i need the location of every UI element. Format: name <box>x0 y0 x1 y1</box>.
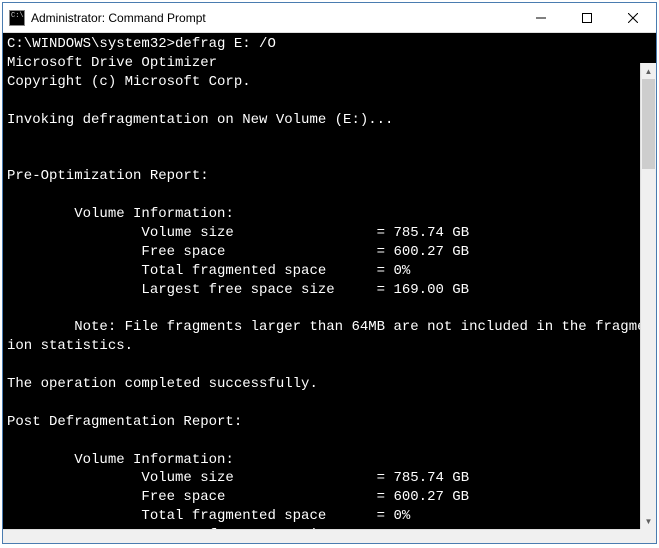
pre-report-header: Pre-Optimization Report: <box>7 168 209 184</box>
app-name: Microsoft Drive Optimizer <box>7 55 217 71</box>
titlebar[interactable]: Administrator: Command Prompt <box>3 3 656 33</box>
scroll-down-icon[interactable]: ▼ <box>641 513 656 529</box>
minimize-icon <box>536 13 546 23</box>
pre-free-space-label: Free space <box>141 244 225 260</box>
close-button[interactable] <box>610 3 656 32</box>
pre-volume-size-label: Volume size <box>141 225 233 241</box>
pre-total-frag-label: Total fragmented space <box>141 263 326 279</box>
prompt-path: C:\WINDOWS\system32> <box>7 36 175 52</box>
post-total-frag-label: Total fragmented space <box>141 508 326 524</box>
pre-volume-size-value: 785.74 GB <box>393 225 469 241</box>
post-volume-size-value: 785.74 GB <box>393 470 469 486</box>
scroll-up-icon[interactable]: ▲ <box>641 63 656 79</box>
close-icon <box>628 13 638 23</box>
pre-total-frag-value: 0% <box>393 263 410 279</box>
scrollbar-corner <box>640 529 656 543</box>
volume-info-header-2: Volume Information: <box>74 452 234 468</box>
terminal-output[interactable]: C:\WINDOWS\system32>defrag E: /O Microso… <box>3 33 656 543</box>
horizontal-scrollbar[interactable] <box>3 529 640 543</box>
command-prompt-window: Administrator: Command Prompt C:\WINDOWS… <box>2 2 657 544</box>
scroll-thumb[interactable] <box>642 79 655 169</box>
window-controls <box>518 3 656 32</box>
minimize-button[interactable] <box>518 3 564 32</box>
command-text: defrag E: /O <box>175 36 276 52</box>
window-title: Administrator: Command Prompt <box>31 11 518 25</box>
maximize-button[interactable] <box>564 3 610 32</box>
content-area: C:\WINDOWS\system32>defrag E: /O Microso… <box>3 33 656 543</box>
invoke-line: Invoking defragmentation on New Volume (… <box>7 112 393 128</box>
vertical-scrollbar[interactable]: ▲ ▼ <box>640 63 656 529</box>
completed-line: The operation completed successfully. <box>7 376 318 392</box>
cmd-icon <box>9 10 25 26</box>
post-free-space-label: Free space <box>141 489 225 505</box>
note-line1: Note: File fragments larger than 64MB ar… <box>7 319 656 335</box>
post-report-header: Post Defragmentation Report: <box>7 414 242 430</box>
post-total-frag-value: 0% <box>393 508 410 524</box>
pre-largest-free-label: Largest free space size <box>141 282 334 298</box>
post-free-space-value: 600.27 GB <box>393 489 469 505</box>
pre-free-space-value: 600.27 GB <box>393 244 469 260</box>
note-line2: ion statistics. <box>7 338 133 354</box>
maximize-icon <box>582 13 592 23</box>
post-volume-size-label: Volume size <box>141 470 233 486</box>
volume-info-header: Volume Information: <box>74 206 234 222</box>
pre-largest-free-value: 169.00 GB <box>393 282 469 298</box>
copyright: Copyright (c) Microsoft Corp. <box>7 74 251 90</box>
